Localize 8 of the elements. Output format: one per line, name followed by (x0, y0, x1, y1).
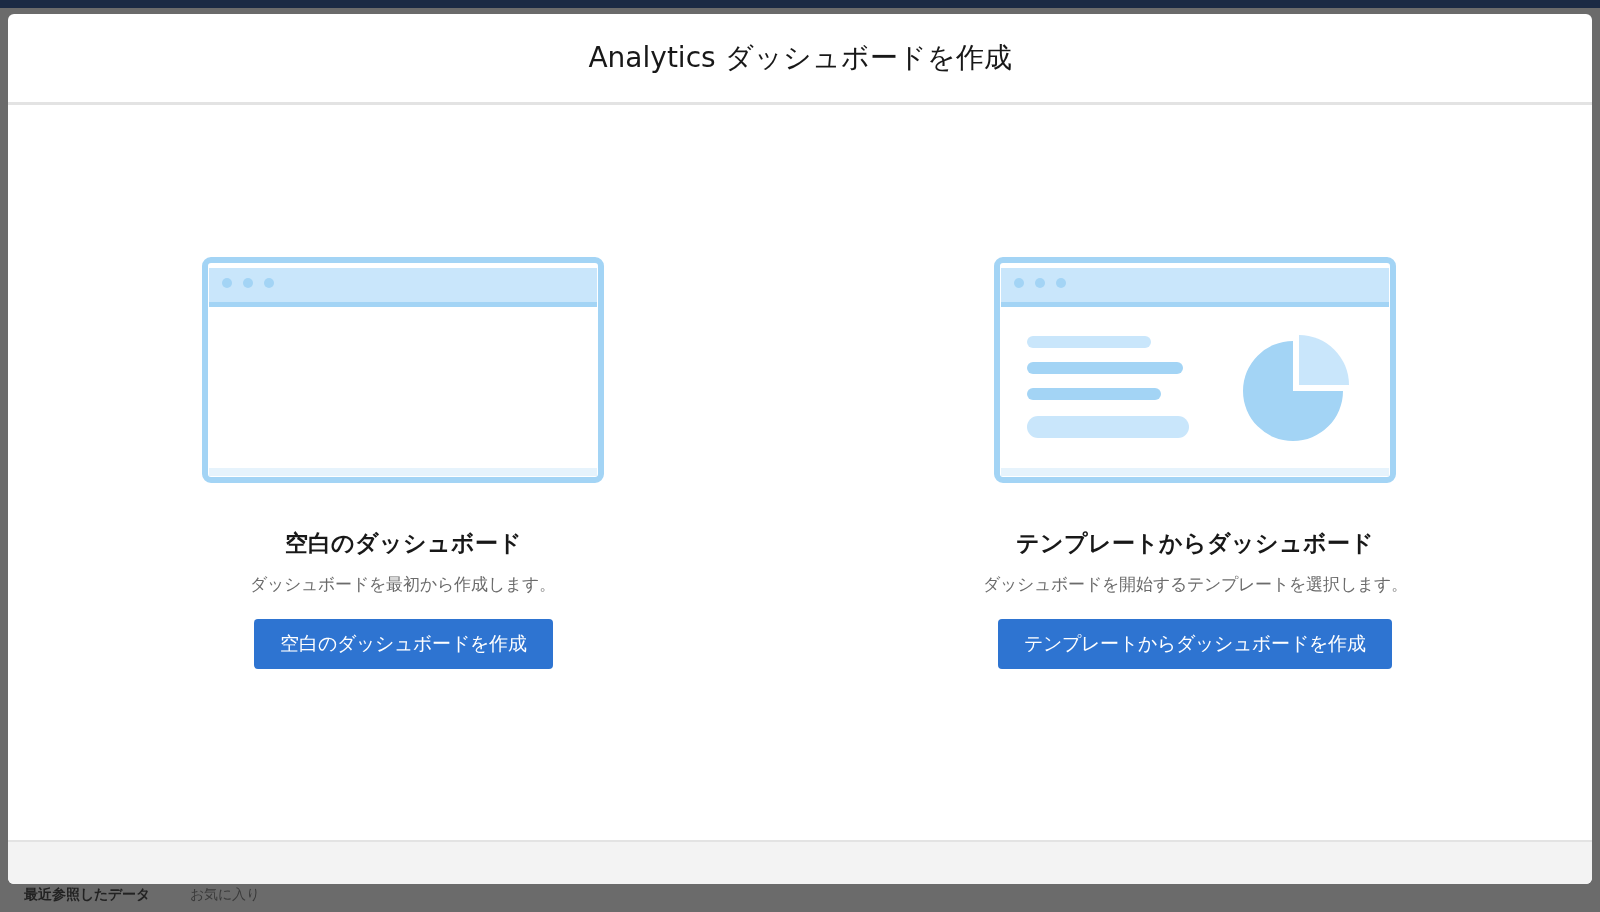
option-description: ダッシュボードを開始するテンプレートを選択します。 (982, 573, 1408, 597)
background-tab[interactable]: 最近参照したデータ (24, 886, 150, 904)
create-button[interactable]: テンプレートからダッシュボードを作成 (998, 618, 1392, 669)
modal-title: Analytics ダッシュボードを作成 (588, 40, 1012, 76)
option-title: 空白のダッシュボード (284, 529, 522, 559)
option-title: テンプレートからダッシュボード (1016, 529, 1374, 559)
option-description: ダッシュボードを最初から作成します。 (250, 573, 556, 597)
create-button[interactable]: 空白のダッシュボードを作成 (253, 618, 553, 669)
